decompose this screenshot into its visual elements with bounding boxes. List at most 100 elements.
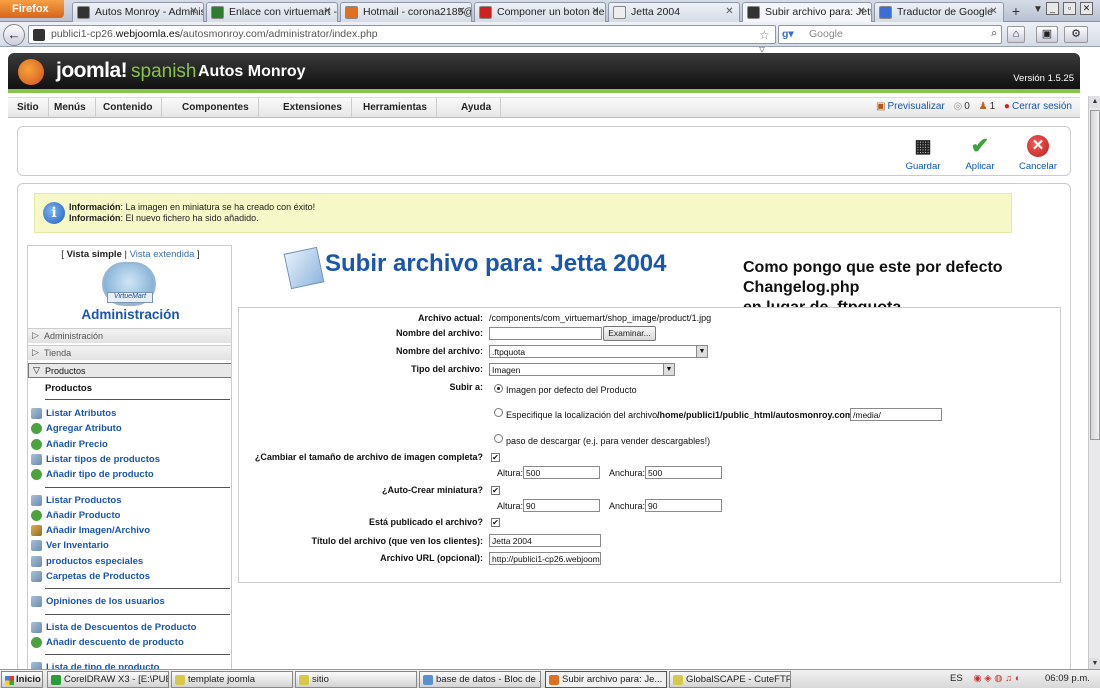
- filetype-select[interactable]: Imagen ▼: [489, 363, 675, 376]
- thumb-width-input[interactable]: 90: [645, 499, 722, 512]
- users-count[interactable]: 1: [990, 101, 996, 112]
- radio-specific-location[interactable]: [494, 408, 503, 417]
- joomla-logo-icon: [18, 59, 44, 85]
- taskbar-item[interactable]: template joomla: [171, 671, 293, 688]
- published-checkbox[interactable]: ✔: [491, 518, 500, 527]
- sidebar-item[interactable]: Listar tipos de productos: [31, 453, 160, 465]
- close-window-icon[interactable]: ✕: [1080, 2, 1093, 15]
- sidebar-section[interactable]: ▷ Tienda: [28, 345, 231, 360]
- resize-checkbox[interactable]: ✔: [491, 453, 500, 462]
- scrollbar-thumb[interactable]: [1090, 110, 1100, 440]
- url-bar[interactable]: publici1-cp26.webjoomla.es/autosmonroy.c…: [28, 25, 776, 70]
- cancel-button[interactable]: ✕ Cancelar: [1013, 135, 1063, 172]
- menu-item[interactable]: Ayuda: [452, 98, 502, 118]
- sidebar-section[interactable]: ▷ Administración: [28, 328, 231, 343]
- menu-item[interactable]: Herramientas: [354, 98, 437, 118]
- sidebar-item[interactable]: Añadir Producto: [31, 509, 120, 521]
- scroll-up-icon[interactable]: ▲: [1089, 96, 1100, 108]
- tray-icons[interactable]: ◉ ◈ ◍ ♫ ◐: [973, 673, 1020, 684]
- sidebar-item[interactable]: Agregar Atributo: [31, 423, 122, 435]
- menu-item[interactable]: Sitio: [8, 98, 49, 118]
- taskbar-item[interactable]: sitio: [295, 671, 417, 688]
- browser-tab[interactable]: Componer un boton de te...✕: [474, 2, 606, 22]
- file-url-input[interactable]: http://publici1-cp26.webjoomla.: [489, 552, 601, 565]
- sidebar-item[interactable]: Lista de Descuentos de Producto: [31, 621, 196, 633]
- sidebar-item-label: Listar Productos: [46, 494, 122, 506]
- sidebar-item[interactable]: Carpetas de Productos: [31, 571, 150, 582]
- home-icon[interactable]: ⌂: [1007, 26, 1025, 43]
- view-extended-link[interactable]: Vista extendida: [130, 249, 195, 260]
- taskbar-item[interactable]: GlobalSCAPE - CuteFTP ...: [669, 671, 791, 688]
- filename-select[interactable]: .ftpquota ▼: [489, 345, 708, 358]
- back-arrow-icon[interactable]: ←: [3, 24, 25, 46]
- restore-icon[interactable]: ▫: [1063, 2, 1076, 15]
- vertical-scrollbar[interactable]: ▲ ▼: [1088, 96, 1100, 670]
- addon-icon[interactable]: ▣: [1036, 26, 1058, 43]
- sidebar-section[interactable]: ▽ Productos: [28, 363, 231, 378]
- close-tab-icon[interactable]: ✕: [188, 6, 199, 17]
- windows-logo-icon: [5, 676, 14, 685]
- sidebar-item[interactable]: Añadir descuento de producto: [31, 636, 184, 648]
- apply-button[interactable]: ✔ Aplicar: [955, 135, 1005, 173]
- menu-item[interactable]: Componentes: [173, 98, 259, 118]
- taskbar-item[interactable]: Subir archivo para: Je...: [545, 671, 667, 688]
- close-tab-icon[interactable]: ✕: [988, 6, 999, 17]
- taskbar-item-label: base de datos - Bloc de ...: [436, 674, 541, 685]
- close-tab-icon[interactable]: ✕: [724, 6, 735, 17]
- menu-item[interactable]: Menús: [45, 98, 96, 118]
- messages-icon: ◎: [953, 101, 963, 112]
- sidebar-item[interactable]: Añadir tipo de producto: [31, 469, 154, 481]
- view-simple-link[interactable]: Vista simple: [67, 249, 122, 260]
- language-indicator[interactable]: ES: [950, 673, 963, 684]
- file-title-input[interactable]: Jetta 2004: [489, 534, 601, 547]
- logout-link[interactable]: Cerrar sesión: [1012, 101, 1072, 112]
- width-input[interactable]: 500: [645, 466, 722, 479]
- menu-item[interactable]: Contenido: [94, 98, 163, 118]
- file-upload-input[interactable]: [489, 327, 602, 340]
- thumb-height-input[interactable]: 90: [523, 499, 600, 512]
- sidebar-item[interactable]: Añadir Imagen/Archivo: [31, 525, 150, 537]
- sidebar-item-label: Ver Inventario: [46, 540, 109, 552]
- messages-count[interactable]: 0: [964, 101, 970, 112]
- close-tab-icon[interactable]: ✕: [456, 6, 467, 17]
- taskbar-app-icon: [51, 675, 61, 685]
- radio-default-image[interactable]: [494, 384, 503, 393]
- height-input[interactable]: 500: [523, 466, 600, 479]
- sidebar-item[interactable]: Opiniones de los usuarios: [31, 596, 165, 608]
- close-tab-icon[interactable]: ✕: [590, 6, 601, 17]
- location-input[interactable]: /media/: [850, 408, 942, 421]
- tools-icon[interactable]: ⚙: [1064, 26, 1088, 43]
- sidebar-item[interactable]: productos especiales: [31, 555, 143, 567]
- search-input[interactable]: g▾ Google ⌕: [778, 25, 1002, 44]
- sidebar-item[interactable]: Listar Productos: [31, 494, 122, 506]
- browser-tab[interactable]: Traductor de Google ✕: [874, 2, 1004, 22]
- virtuemart-logo-text: VirtueMart: [107, 292, 153, 303]
- taskbar-item[interactable]: base de datos - Bloc de ...: [419, 671, 541, 688]
- radio-download[interactable]: [494, 434, 503, 443]
- tab-list-chevron-icon[interactable]: ▼: [1033, 4, 1043, 15]
- browser-tab[interactable]: Autos Monroy - Administr...✕: [72, 2, 204, 22]
- menu-item[interactable]: Extensiones: [274, 98, 352, 118]
- close-tab-icon[interactable]: ✕: [322, 6, 333, 17]
- browser-tab[interactable]: Hotmail - corona2185@h...✕: [340, 2, 472, 22]
- preview-link[interactable]: Previsualizar: [888, 101, 945, 112]
- browser-tab[interactable]: Enlace con virtuemart - F...✕: [206, 2, 338, 22]
- sidebar-item[interactable]: Ver Inventario: [31, 540, 109, 552]
- site-favicon-icon: [33, 29, 45, 41]
- search-icon[interactable]: ⌕: [991, 27, 997, 40]
- browse-button[interactable]: Examinar...: [603, 326, 656, 341]
- save-button[interactable]: ▦ Guardar: [898, 135, 948, 172]
- start-button[interactable]: Inicio: [1, 671, 43, 688]
- close-tab-icon[interactable]: ✕: [856, 6, 867, 17]
- firefox-menu-button[interactable]: Firefox: [0, 0, 64, 18]
- list-icon: [31, 621, 42, 633]
- sidebar-item[interactable]: Listar Atributos: [31, 408, 116, 419]
- minimize-icon[interactable]: _: [1046, 2, 1059, 15]
- sidebar-item[interactable]: Añadir Precio: [31, 438, 108, 450]
- browser-tab[interactable]: Subir archivo para: Jetta ...✕: [742, 2, 872, 22]
- autothumb-checkbox[interactable]: ✔: [491, 486, 500, 495]
- new-tab-button[interactable]: +: [1006, 3, 1026, 21]
- browser-tab[interactable]: Jetta 2004 ✕: [608, 2, 740, 22]
- apply-label: Aplicar: [965, 161, 995, 172]
- taskbar-item[interactable]: CorelDRAW X3 - [E:\PUB...: [47, 671, 169, 688]
